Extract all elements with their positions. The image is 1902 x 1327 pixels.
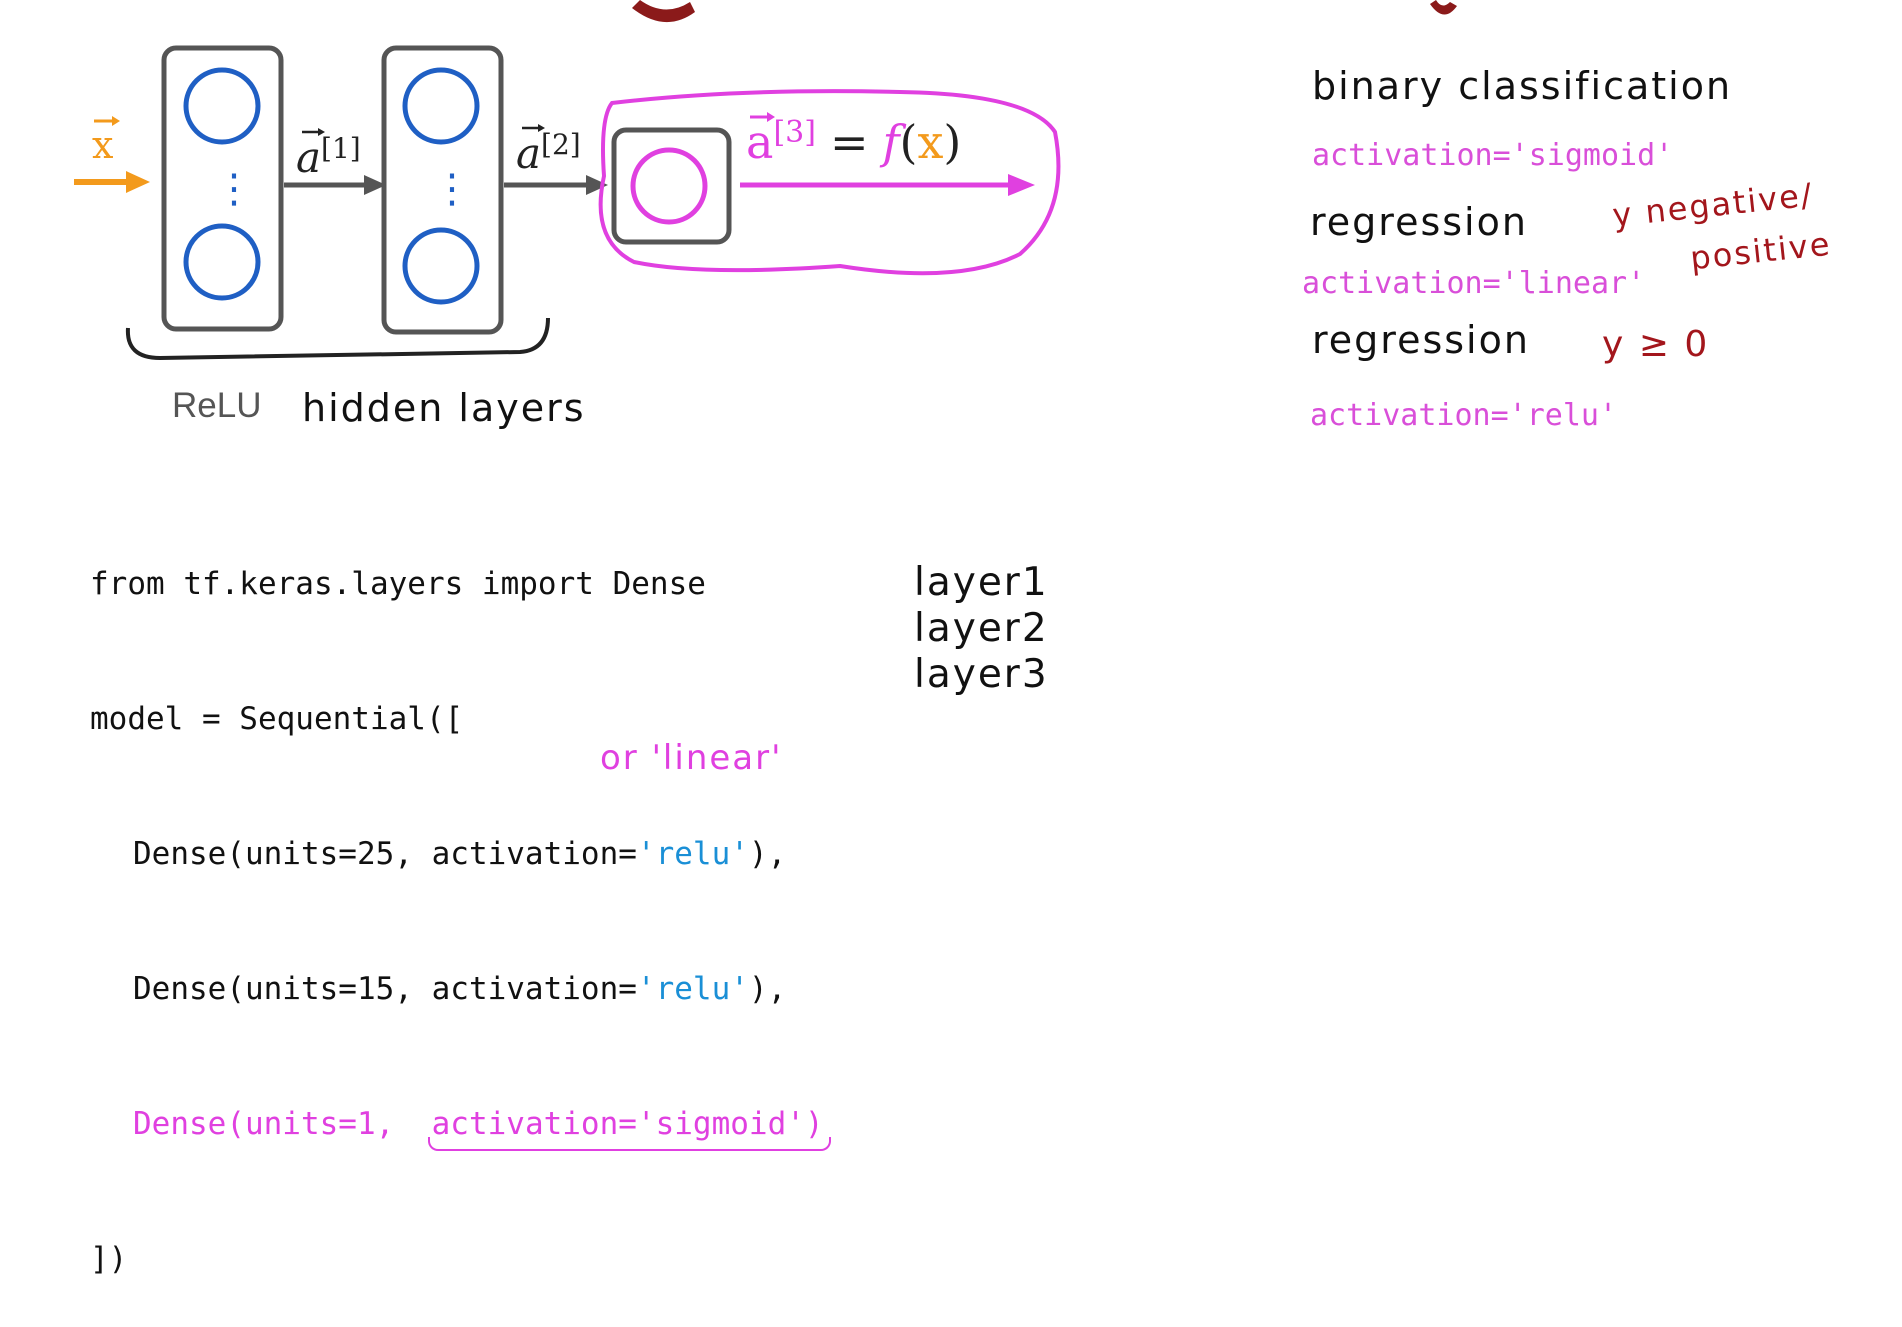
layer-1-ellipsis: ⋮ [214,166,254,212]
dense-2-close: ), [748,971,787,1007]
code-block: from tf.keras.layers import Dense model … [90,472,824,1327]
neuron-1-top [183,67,261,145]
dense-1-args: Dense(units=25, activation= [133,836,637,872]
code-line-dense-3: Dense(units=1, activation='sigmoid') [90,1102,824,1147]
code-line-dense-2: Dense(units=15, activation='relu'), [90,967,824,1012]
output-arrowhead [1008,174,1035,196]
annotation-layer3: layer3 [914,652,1049,697]
cropped-title-remnant [632,0,1457,23]
dense-3-args: Dense(units=1, [133,1106,432,1142]
code-line-close: ]) [90,1241,128,1277]
input-arrowhead [126,171,150,193]
link-2-label: a[2] [516,128,581,178]
dense-3-activation-underlined: activation='sigmoid' [431,1106,805,1142]
relu-label: ReLU [172,386,262,425]
annotation-layer1: layer1 [914,560,1049,605]
code-line-import: from tf.keras.layers import Dense [90,566,706,602]
neuron-1-bottom [183,223,261,301]
note-activation-relu: activation='relu' [1310,398,1618,433]
input-x-label: x [92,123,113,167]
code-line-dense-1: Dense(units=25, activation='relu'), [90,832,824,877]
note-regression-1: regression [1310,200,1528,244]
neuron-2-bottom [402,227,480,305]
code-line-model: model = Sequential([ [90,701,464,737]
dense-2-args: Dense(units=15, activation= [133,971,637,1007]
hidden-layers-brace [125,317,550,361]
hidden-layers-label: hidden layers [302,386,586,430]
dense-2-activation-value: 'relu' [636,971,749,1007]
output-formula: a[3] = f(x) [746,115,961,169]
annotation-or-linear: or 'linear' [600,738,783,778]
input-vector-tip [112,116,120,126]
output-neuron [630,147,708,225]
note-y-ge-0: y ≥ 0 [1602,324,1710,365]
note-regression-2: regression [1312,318,1530,362]
note-activation-linear: activation='linear' [1302,266,1646,301]
neuron-2-top [402,67,480,145]
annotation-layer2: layer2 [914,606,1049,651]
note-binary-classification: binary classification [1312,64,1733,108]
dense-1-activation-value: 'relu' [636,836,749,872]
dense-1-close: ), [748,836,787,872]
layer-2-ellipsis: ⋮ [432,166,472,212]
link-1-label: a[1] [296,132,361,182]
note-activation-sigmoid: activation='sigmoid' [1312,138,1674,173]
